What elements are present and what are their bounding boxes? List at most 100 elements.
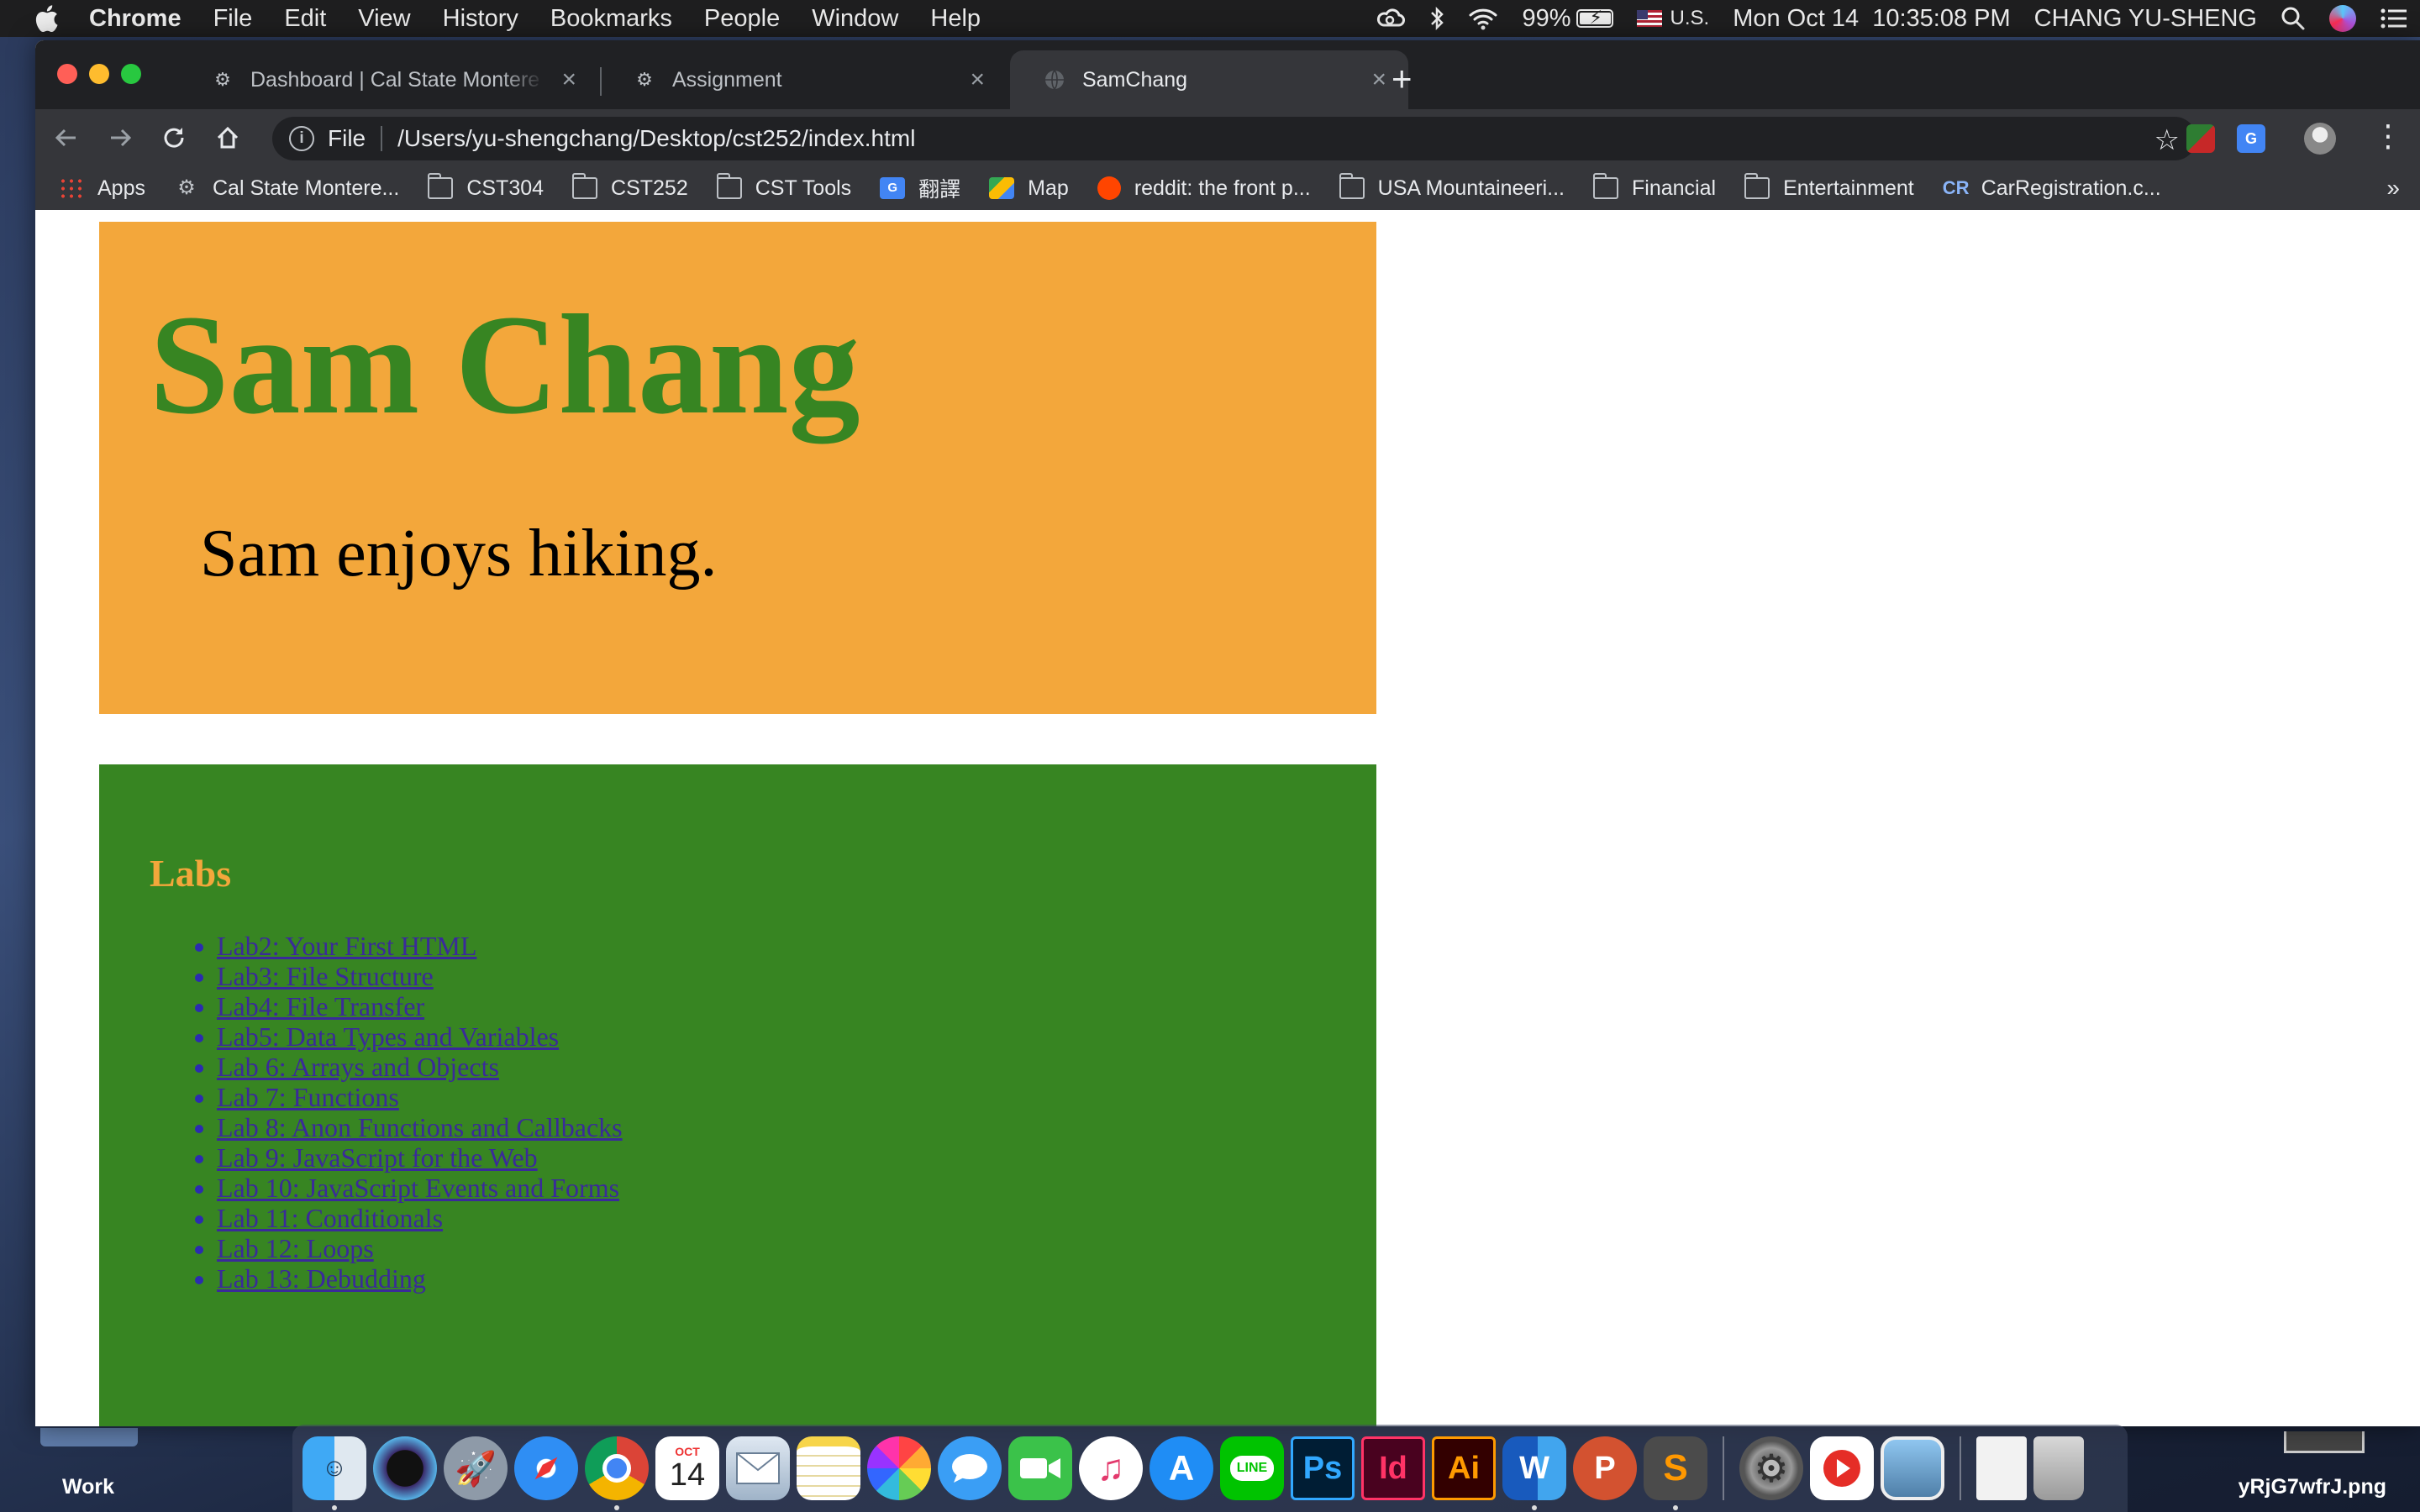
media-player-icon[interactable] <box>1810 1436 1874 1500</box>
calendar-icon[interactable]: OCT 14 <box>655 1436 719 1500</box>
tab-close-icon[interactable]: × <box>561 67 576 92</box>
desktop-file-label[interactable]: yRjG7wfrJ.png <box>2238 1475 2386 1499</box>
reload-button[interactable] <box>151 115 197 160</box>
trash-icon[interactable] <box>2033 1436 2084 1500</box>
user-account-menu[interactable]: CHANG YU-SHENG <box>2034 5 2257 33</box>
csumb-favicon-icon: ⚙ <box>636 69 653 90</box>
app-store-icon[interactable]: A <box>1150 1436 1213 1500</box>
bookmark-label: CarRegistration.c... <box>1981 176 2161 200</box>
address-bar[interactable]: i File /Users/yu-shengchang/Desktop/cst2… <box>272 117 2196 160</box>
lab-link[interactable]: Lab 11: Conditionals <box>217 1203 443 1233</box>
bookmark-reddit[interactable]: reddit: the front p... <box>1097 176 1311 201</box>
bookmark-folder-cst304[interactable]: CST304 <box>428 173 544 201</box>
bookmark-folder-entertainment[interactable]: Entertainment <box>1744 173 1914 201</box>
itunes-icon[interactable]: ♫ <box>1079 1436 1143 1500</box>
lab-link[interactable]: Lab3: File Structure <box>217 961 434 991</box>
menu-history[interactable]: History <box>443 5 518 33</box>
line-icon[interactable]: LINE <box>1220 1436 1284 1500</box>
bookmark-map[interactable]: Map <box>989 176 1069 201</box>
extension-icon[interactable] <box>2186 124 2215 153</box>
notification-center-icon[interactable] <box>2380 7 2408 30</box>
sublime-icon[interactable]: S <box>1644 1436 1707 1510</box>
bookmark-translate[interactable]: G 翻譯 <box>880 173 960 203</box>
labs-section: Labs Lab2: Your First HTML Lab3: File St… <box>99 764 1376 1426</box>
photoshop-icon[interactable]: Ps <box>1291 1436 1355 1500</box>
tab-close-icon[interactable]: × <box>1371 67 1386 92</box>
photos-icon[interactable] <box>867 1436 931 1500</box>
notes-icon[interactable] <box>797 1436 860 1500</box>
desktop-folder-label[interactable]: Work <box>62 1475 114 1499</box>
safari-icon[interactable] <box>514 1436 578 1500</box>
bookmarks-overflow-button[interactable]: » <box>2386 175 2400 202</box>
google-translate-extension-icon[interactable]: G <box>2237 124 2265 153</box>
menu-edit[interactable]: Edit <box>284 5 326 33</box>
word-icon[interactable]: W <box>1502 1436 1566 1510</box>
bookmark-folder-cst252[interactable]: CST252 <box>572 173 688 201</box>
menu-file[interactable]: File <box>213 5 253 33</box>
document-icon[interactable] <box>1976 1436 2027 1500</box>
facetime-icon[interactable] <box>1008 1436 1072 1500</box>
menu-help[interactable]: Help <box>930 5 981 33</box>
window-close-button[interactable] <box>57 64 77 84</box>
battery-status[interactable]: 99% ⚡ <box>1522 5 1613 33</box>
bookmark-folder-financial[interactable]: Financial <box>1593 173 1716 201</box>
bookmark-car-registration[interactable]: CR CarRegistration.c... <box>1943 176 2161 201</box>
list-item: Lab 12: Loops <box>217 1233 623 1263</box>
input-source-menu[interactable]: U.S. <box>1636 7 1709 30</box>
menu-view[interactable]: View <box>358 5 410 33</box>
menu-clock[interactable]: Mon Oct 14 10:35:08 PM <box>1733 5 2010 33</box>
siri-icon[interactable] <box>2329 5 2356 32</box>
system-preferences-icon[interactable]: ⚙ <box>1739 1436 1803 1500</box>
lab-link[interactable]: Lab 12: Loops <box>217 1233 374 1263</box>
powerpoint-icon[interactable]: P <box>1573 1436 1637 1500</box>
tab-dashboard[interactable]: ⚙ Dashboard | Cal State Montere × <box>178 50 598 109</box>
site-info-icon[interactable]: i <box>289 126 314 151</box>
preview-icon[interactable] <box>1881 1436 1944 1500</box>
menu-bookmarks[interactable]: Bookmarks <box>550 5 672 33</box>
forward-button[interactable] <box>97 115 143 160</box>
menu-window[interactable]: Window <box>812 5 898 33</box>
bookmark-cal-state[interactable]: ⚙ Cal State Montere... <box>174 176 399 201</box>
chrome-menu-icon[interactable]: ⋮ <box>2373 119 2403 153</box>
work-folder-icon[interactable] <box>40 1428 138 1446</box>
menu-people[interactable]: People <box>704 5 780 33</box>
address-url[interactable]: /Users/yu-shengchang/Desktop/cst252/inde… <box>397 125 915 152</box>
messages-icon[interactable] <box>938 1436 1002 1500</box>
tab-close-icon[interactable]: × <box>970 67 985 92</box>
window-zoom-button[interactable] <box>121 64 141 84</box>
lab-link[interactable]: Lab 6: Arrays and Objects <box>217 1052 499 1082</box>
wifi-icon[interactable] <box>1468 7 1498 30</box>
mail-icon[interactable] <box>726 1436 790 1500</box>
screenshot-thumbnail[interactable] <box>2284 1431 2365 1453</box>
indesign-icon[interactable]: Id <box>1361 1436 1425 1500</box>
finder-icon[interactable]: ☺ <box>302 1436 366 1510</box>
menu-app-name[interactable]: Chrome <box>89 5 182 33</box>
lab-link[interactable]: Lab 9: JavaScript for the Web <box>217 1142 538 1173</box>
tab-assignment[interactable]: ⚙ Assignment × <box>600 50 1007 109</box>
bookmark-apps[interactable]: Apps <box>59 176 145 201</box>
bookmark-folder-usa-mountaineering[interactable]: USA Mountaineeri... <box>1339 173 1565 201</box>
siri-icon[interactable] <box>373 1436 437 1500</box>
bookmark-star-icon[interactable]: ☆ <box>2154 123 2180 157</box>
profile-avatar[interactable] <box>2304 123 2336 155</box>
home-button[interactable] <box>205 115 250 160</box>
bluetooth-icon[interactable] <box>1429 6 1444 31</box>
creative-cloud-icon[interactable] <box>1376 7 1406 30</box>
window-minimize-button[interactable] <box>89 64 109 84</box>
lab-link[interactable]: Lab 8: Anon Functions and Callbacks <box>217 1112 623 1142</box>
lab-link[interactable]: Lab 10: JavaScript Events and Forms <box>217 1173 619 1203</box>
illustrator-icon[interactable]: Ai <box>1432 1436 1496 1500</box>
new-tab-button[interactable]: + <box>1392 61 1413 97</box>
launchpad-icon[interactable]: 🚀 <box>444 1436 508 1500</box>
lab-link[interactable]: Lab4: File Transfer <box>217 991 424 1021</box>
bookmark-folder-cst-tools[interactable]: CST Tools <box>716 173 851 201</box>
lab-link[interactable]: Lab2: Your First HTML <box>217 931 476 961</box>
chrome-icon[interactable] <box>585 1436 649 1510</box>
lab-link[interactable]: Lab 7: Functions <box>217 1082 399 1112</box>
apple-menu-icon[interactable] <box>34 4 59 33</box>
spotlight-search-icon[interactable] <box>2281 6 2306 31</box>
tab-samchang[interactable]: SamChang × <box>1010 50 1408 109</box>
lab-link[interactable]: Lab5: Data Types and Variables <box>217 1021 559 1052</box>
lab-link[interactable]: Lab 13: Debudding <box>217 1263 426 1294</box>
back-button[interactable] <box>44 115 89 160</box>
